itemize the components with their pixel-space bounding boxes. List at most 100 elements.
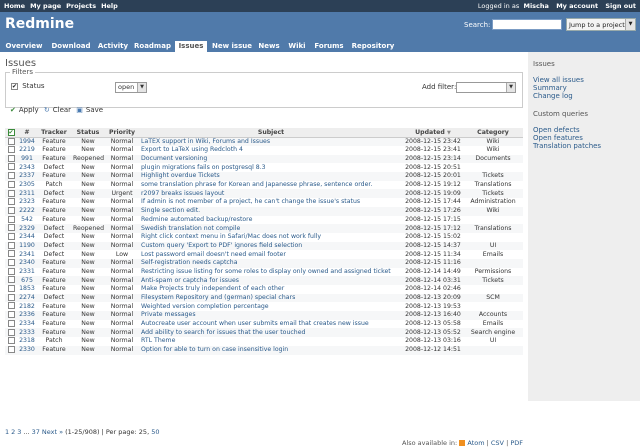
top-link-home[interactable]: Home bbox=[4, 2, 25, 10]
issue-id-link[interactable]: 2340 bbox=[19, 259, 35, 266]
issue-subject[interactable]: Lost password email doesn't need email f… bbox=[139, 250, 403, 259]
table-row[interactable]: 2331 Feature New Normal Restricting issue li… bbox=[5, 267, 523, 277]
search-input[interactable] bbox=[492, 19, 562, 30]
tab-overview[interactable]: Overview bbox=[4, 41, 44, 52]
issue-id-link[interactable]: 2341 bbox=[19, 251, 35, 258]
issue-id-link[interactable]: 2330 bbox=[19, 346, 35, 353]
table-row[interactable]: 2323 Feature New Normal If admin is not memb… bbox=[5, 198, 523, 207]
tab-issues[interactable]: Issues bbox=[175, 41, 207, 52]
row-checkbox[interactable] bbox=[5, 137, 17, 146]
issue-subject[interactable]: Filesystem Repository and (german) speci… bbox=[139, 293, 403, 303]
issue-subject-link[interactable]: Autocreate user account when user submit… bbox=[141, 320, 369, 327]
issue-subject-link[interactable]: Swedish translation not compile bbox=[141, 225, 240, 232]
issue-id[interactable]: 2344 bbox=[17, 232, 37, 242]
tab-news[interactable]: News bbox=[257, 41, 281, 52]
row-checkbox-box[interactable] bbox=[7, 180, 15, 188]
issue-subject[interactable]: Swedish translation not compile bbox=[139, 224, 403, 233]
row-checkbox[interactable] bbox=[5, 172, 17, 181]
table-row[interactable]: 542 Feature New Normal Redmine automated bac… bbox=[5, 215, 523, 225]
issue-id-link[interactable]: 1853 bbox=[19, 285, 35, 292]
issue-id[interactable]: 2343 bbox=[17, 163, 37, 173]
issue-id[interactable]: 2330 bbox=[17, 345, 37, 355]
issue-subject-link[interactable]: Highlight overdue Tickets bbox=[141, 172, 220, 179]
issue-id-link[interactable]: 542 bbox=[21, 216, 33, 223]
issue-id[interactable]: 2219 bbox=[17, 146, 37, 155]
issue-id-link[interactable]: 2333 bbox=[19, 329, 35, 336]
issue-id-link[interactable]: 991 bbox=[21, 155, 33, 162]
issue-subject-link[interactable]: RTL Theme bbox=[141, 337, 175, 344]
issue-subject[interactable]: Right click context menu in Safari/Mac d… bbox=[139, 232, 403, 242]
tab-new-issue[interactable]: New issue bbox=[211, 41, 253, 52]
apply-link[interactable]: Apply bbox=[19, 106, 39, 114]
tab-forums[interactable]: Forums bbox=[313, 41, 345, 52]
table-row[interactable]: 2318 Patch New Normal RTL Theme 2008-12-13 03… bbox=[5, 337, 523, 346]
issue-id[interactable]: 1190 bbox=[17, 241, 37, 251]
row-checkbox[interactable] bbox=[5, 146, 17, 155]
issue-subject[interactable]: Restricting issue listing for some roles… bbox=[139, 267, 403, 277]
issue-subject-link[interactable]: plugin migrations fails on postgresql 8.… bbox=[141, 164, 266, 171]
issue-subject[interactable]: Weighted version completion percentage bbox=[139, 302, 403, 312]
table-row[interactable]: 2340 Feature New Normal Self-registration ne… bbox=[5, 258, 523, 268]
row-checkbox-box[interactable] bbox=[7, 163, 15, 171]
column-header-tracker[interactable]: Tracker bbox=[37, 128, 71, 138]
issue-subject[interactable]: plugin migrations fails on postgresql 8.… bbox=[139, 163, 403, 173]
issue-id[interactable]: 2318 bbox=[17, 337, 37, 346]
tab-wiki[interactable]: Wiki bbox=[287, 41, 307, 52]
issue-subject[interactable]: LaTEX support in Wiki, Forums and Issues bbox=[139, 137, 403, 146]
table-row[interactable]: 2329 Defect Reopened Normal Swedish translat… bbox=[5, 224, 523, 233]
table-row[interactable]: 2222 Feature New Normal Single section edit.… bbox=[5, 206, 523, 216]
row-checkbox[interactable] bbox=[5, 293, 17, 303]
table-row[interactable]: 675 Feature New Normal Anti-spam or captcha … bbox=[5, 276, 523, 285]
issue-id[interactable]: 2334 bbox=[17, 319, 37, 329]
row-checkbox[interactable] bbox=[5, 267, 17, 277]
column-header-id[interactable]: # bbox=[17, 128, 37, 138]
issue-id[interactable]: 2329 bbox=[17, 224, 37, 233]
row-checkbox-box[interactable] bbox=[7, 250, 15, 258]
table-row[interactable]: 2334 Feature New Normal Autocreate user acco… bbox=[5, 319, 523, 329]
tab-repository[interactable]: Repository bbox=[350, 41, 396, 52]
table-row[interactable]: 2274 Defect New Normal Filesystem Repository… bbox=[5, 293, 523, 303]
issue-id-link[interactable]: 2323 bbox=[19, 198, 35, 205]
column-header-status[interactable]: Status bbox=[71, 128, 105, 138]
issue-subject-link[interactable]: Add ability to search for issues that th… bbox=[141, 329, 305, 336]
row-checkbox[interactable] bbox=[5, 258, 17, 268]
row-checkbox[interactable] bbox=[5, 241, 17, 251]
issue-subject-link[interactable]: Self-registration needs captcha bbox=[141, 259, 238, 266]
issue-id[interactable]: 2336 bbox=[17, 311, 37, 320]
filters-legend[interactable]: Filters bbox=[10, 68, 35, 76]
row-checkbox-box[interactable] bbox=[7, 276, 15, 284]
sidebar-link-view-all-issues[interactable]: View all issues bbox=[533, 76, 640, 84]
row-checkbox[interactable] bbox=[5, 311, 17, 320]
table-row[interactable]: 2341 Defect New Low Lost password email does… bbox=[5, 250, 523, 259]
per-page-50[interactable]: 50 bbox=[151, 428, 159, 436]
issue-subject-link[interactable]: LaTEX support in Wiki, Forums and Issues bbox=[141, 138, 270, 145]
row-checkbox[interactable] bbox=[5, 206, 17, 216]
row-checkbox[interactable] bbox=[5, 180, 17, 190]
issue-subject[interactable]: Single section edit. bbox=[139, 206, 403, 216]
issue-subject-link[interactable]: some translation phrase for Korean and J… bbox=[141, 181, 372, 188]
issue-id-link[interactable]: 2274 bbox=[19, 294, 35, 301]
table-row[interactable]: 2330 Feature New Normal Option for able to t… bbox=[5, 345, 523, 355]
sidebar-link-open-features[interactable]: Open features bbox=[533, 134, 640, 142]
row-checkbox-box[interactable] bbox=[7, 337, 15, 345]
page-link-2[interactable]: 2 bbox=[11, 428, 15, 436]
row-checkbox[interactable] bbox=[5, 232, 17, 242]
row-checkbox-box[interactable] bbox=[7, 267, 15, 275]
issue-id[interactable]: 2337 bbox=[17, 172, 37, 181]
select-all-checkbox[interactable]: ✔ bbox=[5, 128, 17, 138]
table-row[interactable]: 2219 Feature New Normal Export to LaTeX usin… bbox=[5, 146, 523, 155]
issue-id[interactable]: 2305 bbox=[17, 180, 37, 190]
issue-subject[interactable]: Highlight overdue Tickets bbox=[139, 172, 403, 181]
row-checkbox[interactable] bbox=[5, 198, 17, 207]
issue-subject[interactable]: Private messages bbox=[139, 311, 403, 320]
column-header-subject[interactable]: Subject bbox=[139, 128, 403, 138]
table-row[interactable]: 2333 Feature New Normal Add ability to searc… bbox=[5, 328, 523, 338]
tab-activity[interactable]: Activity bbox=[97, 41, 129, 52]
issue-subject[interactable]: Add ability to search for issues that th… bbox=[139, 328, 403, 338]
row-checkbox-box[interactable] bbox=[7, 319, 15, 327]
issue-subject-link[interactable]: Lost password email doesn't need email f… bbox=[141, 251, 286, 258]
column-header-category[interactable]: Category bbox=[463, 128, 523, 138]
status-filter-checkbox[interactable]: ✔ bbox=[11, 82, 18, 90]
row-checkbox[interactable] bbox=[5, 224, 17, 233]
issue-subject[interactable]: Autocreate user account when user submit… bbox=[139, 319, 403, 329]
